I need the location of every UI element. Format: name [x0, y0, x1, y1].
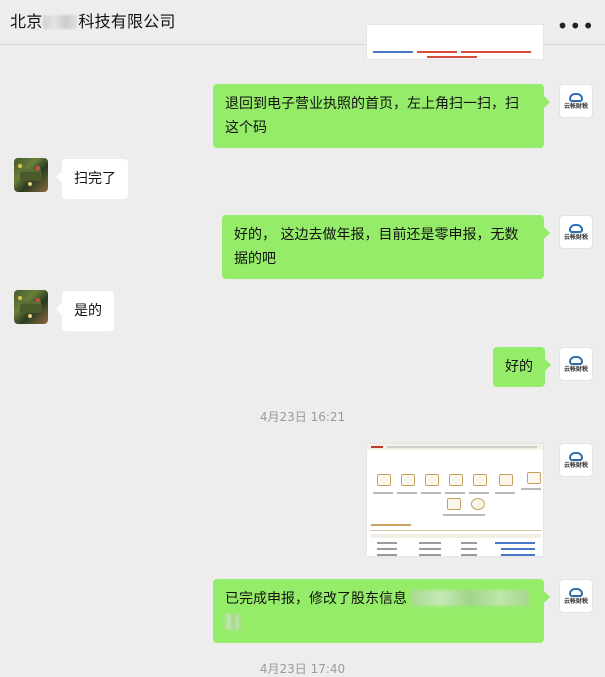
- tile-label: [469, 492, 489, 494]
- tile-label: [521, 488, 541, 490]
- tile-label: [373, 492, 393, 494]
- message-bubble-incoming[interactable]: 是的: [56, 291, 114, 331]
- table-cell: [461, 548, 477, 550]
- tile-label: [445, 492, 465, 494]
- mail-icon: [527, 472, 541, 484]
- more-options-icon[interactable]: •••: [557, 14, 595, 38]
- message-bubble-outgoing[interactable]: 退回到电子营业执照的首页，左上角扫一扫，扫这个码: [213, 84, 550, 148]
- cloud-icon: [569, 223, 583, 233]
- redacted-text: [225, 614, 241, 630]
- list-icon: [449, 474, 463, 486]
- my-avatar[interactable]: 云帐财税: [559, 84, 593, 118]
- message-bubble-outgoing[interactable]: 好的， 这边去做年报，目前还是零申报，无数据的吧: [222, 215, 550, 279]
- table-cell: [461, 554, 477, 556]
- cloud-icon: [569, 451, 583, 461]
- avatar-brand-text: 云帐财税: [563, 102, 588, 110]
- message-text: 是的: [74, 303, 102, 319]
- message-bubble-incoming[interactable]: 扫完了: [56, 159, 128, 199]
- title-prefix: 北京: [10, 12, 43, 31]
- title-suffix: 科技有限公司: [78, 12, 176, 31]
- tank-image: [20, 172, 42, 181]
- table-link: [501, 548, 535, 550]
- previous-image-message[interactable]: [366, 24, 544, 60]
- table-cell: [377, 548, 397, 550]
- tank-image: [20, 304, 42, 313]
- tile-label: [421, 492, 441, 494]
- edit-icon: [377, 474, 391, 486]
- tile-label: [397, 492, 417, 494]
- redacted-name: [43, 15, 78, 29]
- edit-icon: [499, 474, 513, 486]
- my-avatar[interactable]: 云帐财税: [559, 443, 593, 477]
- edit-icon: [401, 474, 415, 486]
- contact-avatar[interactable]: [14, 290, 48, 324]
- avatar-detail: [18, 296, 22, 300]
- chat-title: 北京 科技有限公司: [10, 8, 176, 32]
- table-cell: [419, 548, 441, 550]
- image-header-text: [387, 446, 537, 448]
- my-avatar[interactable]: 云帐财税: [559, 347, 593, 381]
- cloud-icon: [569, 92, 583, 102]
- table-link: [501, 554, 535, 556]
- table-header: [371, 534, 541, 538]
- my-avatar[interactable]: 云帐财税: [559, 579, 593, 613]
- message-text: 扫完了: [74, 171, 116, 187]
- redacted-text: [411, 590, 529, 606]
- table-cell: [377, 554, 397, 556]
- mail-icon: [447, 498, 461, 510]
- message-text: 退回到电子营业执照的首页，左上角扫一扫，扫这个码: [225, 96, 519, 136]
- timestamp: 4月23日 17:40: [259, 662, 346, 676]
- table-cell: [419, 554, 441, 556]
- avatar-brand-text: 云帐财税: [563, 461, 588, 469]
- tile-label: [471, 514, 485, 516]
- timestamp: 4月23日 16:21: [259, 410, 346, 424]
- message-bubble-outgoing[interactable]: 好的: [493, 347, 551, 387]
- bulb-icon: [471, 498, 485, 510]
- message-list[interactable]: 退回到电子营业执照的首页，左上角扫一扫，扫这个码 云帐财税 扫完了 好的， 这边…: [0, 24, 605, 676]
- table-cell: [377, 542, 397, 544]
- message-text: 已完成申报，修改了股东信息: [225, 591, 407, 607]
- message-bubble-outgoing[interactable]: 已完成申报，修改了股东信息: [213, 579, 550, 643]
- table-divider: [371, 530, 541, 531]
- message-text: 好的， 这边去做年报，目前还是零申报，无数据的吧: [234, 227, 519, 267]
- avatar-detail: [18, 164, 22, 168]
- tile-label: [495, 492, 515, 494]
- avatar-brand-text: 云帐财税: [563, 233, 588, 241]
- avatar-brand-text: 云帐财税: [563, 365, 588, 373]
- tile-label: [443, 514, 473, 516]
- table-cell: [419, 542, 441, 544]
- image-message[interactable]: [366, 443, 544, 557]
- mail-icon: [473, 474, 487, 486]
- image-logo: [371, 446, 383, 448]
- cloud-icon: [569, 587, 583, 597]
- my-avatar[interactable]: 云帐财税: [559, 215, 593, 249]
- message-text: 好的: [505, 359, 533, 375]
- contact-avatar[interactable]: [14, 158, 48, 192]
- table-title: [371, 524, 411, 526]
- cloud-icon: [569, 355, 583, 365]
- table-link: [495, 542, 535, 544]
- avatar-brand-text: 云帐财税: [563, 597, 588, 605]
- table-cell: [461, 542, 477, 544]
- edit-icon: [425, 474, 439, 486]
